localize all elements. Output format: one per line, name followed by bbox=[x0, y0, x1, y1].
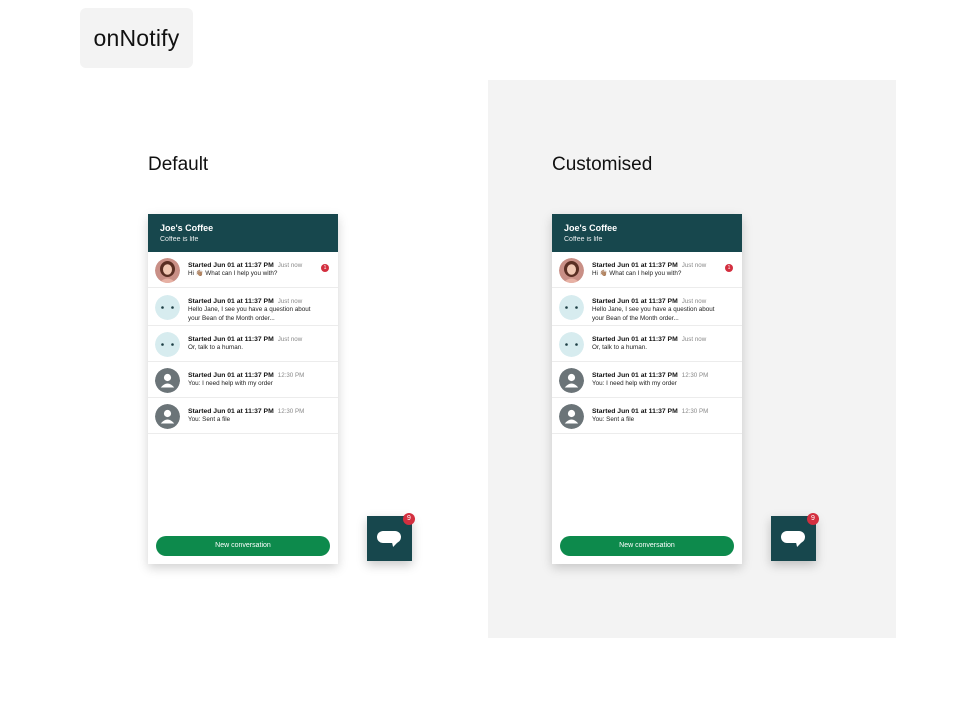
unread-badge: 1 bbox=[321, 264, 329, 272]
conversation-item[interactable]: Started Jun 01 at 11:37 PM Just now Hello … bbox=[148, 288, 338, 326]
conversation-preview: You: I need help with my order bbox=[592, 380, 677, 387]
user-avatar-icon bbox=[559, 368, 584, 393]
agent-avatar bbox=[559, 258, 584, 283]
conversation-item[interactable]: Started Jun 01 at 11:37 PM 12:30 PM You: I… bbox=[148, 362, 338, 398]
conversation-preview: Or, talk to a human. bbox=[592, 344, 647, 351]
customised-widget: Joe's Coffee Coffee is life Started Jun … bbox=[552, 214, 742, 564]
conversation-meta: Started Jun 01 at 11:37 PM 12:30 PM bbox=[188, 362, 330, 380]
conversation-meta: Started Jun 01 at 11:37 PM 12:30 PM bbox=[188, 398, 330, 416]
conversation-preview: Hello Jane, I see you have a question ab… bbox=[592, 306, 715, 322]
conversation-list: Started Jun 01 at 11:37 PM Just now Hi 👋🏽 … bbox=[148, 252, 338, 434]
conversation-meta: Started Jun 01 at 11:37 PM 12:30 PM bbox=[592, 398, 734, 416]
conversation-time: 12:30 PM bbox=[681, 408, 709, 415]
conversation-started: Started Jun 01 at 11:37 PM bbox=[188, 298, 274, 305]
user-avatar-icon bbox=[155, 368, 180, 393]
conversation-time: 12:30 PM bbox=[681, 372, 709, 379]
app-title: onNotify bbox=[80, 8, 193, 68]
conversation-started: Started Jun 01 at 11:37 PM bbox=[592, 262, 678, 269]
conversation-preview: Hi 👋🏽 What can I help you with? bbox=[592, 270, 682, 277]
chat-bubble-tail-icon bbox=[794, 542, 802, 547]
conversation-item[interactable]: Started Jun 01 at 11:37 PM Just now Hi 👋🏽 … bbox=[552, 252, 742, 288]
widget-subtitle: Coffee is life bbox=[564, 236, 603, 243]
conversation-time: 12:30 PM bbox=[277, 372, 305, 379]
conversation-preview: You: I need help with my order bbox=[188, 380, 273, 387]
conversation-preview: Or, talk to a human. bbox=[188, 344, 243, 351]
conversation-meta: Started Jun 01 at 11:37 PM Just now bbox=[188, 252, 330, 270]
customised-section-label: Customised bbox=[552, 154, 653, 175]
conversation-started: Started Jun 01 at 11:37 PM bbox=[592, 408, 678, 415]
conversation-started: Started Jun 01 at 11:37 PM bbox=[592, 336, 678, 343]
conversation-time: 12:30 PM bbox=[277, 408, 305, 415]
conversation-started: Started Jun 01 at 11:37 PM bbox=[188, 336, 274, 343]
conversation-list: Started Jun 01 at 11:37 PM Just now Hi 👋🏽 … bbox=[552, 252, 742, 434]
conversation-preview: You: Sent a file bbox=[188, 416, 231, 423]
bot-avatar-icon bbox=[155, 295, 180, 320]
bot-avatar-icon bbox=[559, 332, 584, 357]
conversation-preview: You: Sent a file bbox=[592, 416, 635, 423]
launcher-badge: 9 bbox=[807, 513, 819, 525]
default-widget: Joe's Coffee Coffee is life Started Jun … bbox=[148, 214, 338, 564]
chat-bubble-tail-icon bbox=[390, 542, 398, 547]
conversation-started: Started Jun 01 at 11:37 PM bbox=[188, 262, 274, 269]
conversation-preview: Hello Jane, I see you have a question ab… bbox=[188, 306, 311, 322]
widget-header: Joe's Coffee Coffee is life bbox=[148, 214, 338, 252]
conversation-time: Just now bbox=[681, 262, 707, 269]
conversation-meta: Started Jun 01 at 11:37 PM 12:30 PM bbox=[592, 362, 734, 380]
conversation-item[interactable]: Started Jun 01 at 11:37 PM 12:30 PM You: I… bbox=[552, 362, 742, 398]
conversation-meta: Started Jun 01 at 11:37 PM Just now bbox=[592, 288, 734, 306]
customised-launcher-button[interactable]: 9 bbox=[771, 513, 819, 561]
conversation-started: Started Jun 01 at 11:37 PM bbox=[592, 298, 678, 305]
user-avatar-icon bbox=[155, 404, 180, 429]
conversation-item[interactable]: Started Jun 01 at 11:37 PM 12:30 PM You: S… bbox=[552, 398, 742, 434]
conversation-meta: Started Jun 01 at 11:37 PM Just now bbox=[188, 326, 330, 344]
conversation-time: Just now bbox=[277, 336, 303, 343]
conversation-item[interactable]: Started Jun 01 at 11:37 PM Just now Or, ta… bbox=[148, 326, 338, 362]
new-conversation-button[interactable]: New conversation bbox=[156, 536, 330, 556]
widget-title: Joe's Coffee bbox=[564, 223, 618, 233]
launcher-badge: 9 bbox=[403, 513, 415, 525]
conversation-started: Started Jun 01 at 11:37 PM bbox=[592, 372, 678, 379]
conversation-meta: Started Jun 01 at 11:37 PM Just now bbox=[188, 288, 330, 306]
widget-title: Joe's Coffee bbox=[160, 223, 214, 233]
conversation-started: Started Jun 01 at 11:37 PM bbox=[188, 372, 274, 379]
default-section-label: Default bbox=[148, 154, 209, 175]
agent-avatar bbox=[155, 258, 180, 283]
default-launcher-button[interactable]: 9 bbox=[367, 513, 415, 561]
conversation-time: Just now bbox=[277, 262, 303, 269]
bot-avatar-icon bbox=[155, 332, 180, 357]
conversation-meta: Started Jun 01 at 11:37 PM Just now bbox=[592, 326, 734, 344]
widget-subtitle: Coffee is life bbox=[160, 236, 199, 243]
conversation-time: Just now bbox=[277, 298, 303, 305]
widget-header: Joe's Coffee Coffee is life bbox=[552, 214, 742, 252]
conversation-started: Started Jun 01 at 11:37 PM bbox=[188, 408, 274, 415]
conversation-time: Just now bbox=[681, 298, 707, 305]
conversation-item[interactable]: Started Jun 01 at 11:37 PM Just now Hi 👋🏽 … bbox=[148, 252, 338, 288]
conversation-time: Just now bbox=[681, 336, 707, 343]
conversation-item[interactable]: Started Jun 01 at 11:37 PM Just now Or, ta… bbox=[552, 326, 742, 362]
user-avatar-icon bbox=[559, 404, 584, 429]
unread-badge: 1 bbox=[725, 264, 733, 272]
conversation-item[interactable]: Started Jun 01 at 11:37 PM Just now Hello … bbox=[552, 288, 742, 326]
conversation-preview: Hi 👋🏽 What can I help you with? bbox=[188, 270, 278, 277]
new-conversation-button[interactable]: New conversation bbox=[560, 536, 734, 556]
conversation-item[interactable]: Started Jun 01 at 11:37 PM 12:30 PM You: S… bbox=[148, 398, 338, 434]
conversation-meta: Started Jun 01 at 11:37 PM Just now bbox=[592, 252, 734, 270]
bot-avatar-icon bbox=[559, 295, 584, 320]
